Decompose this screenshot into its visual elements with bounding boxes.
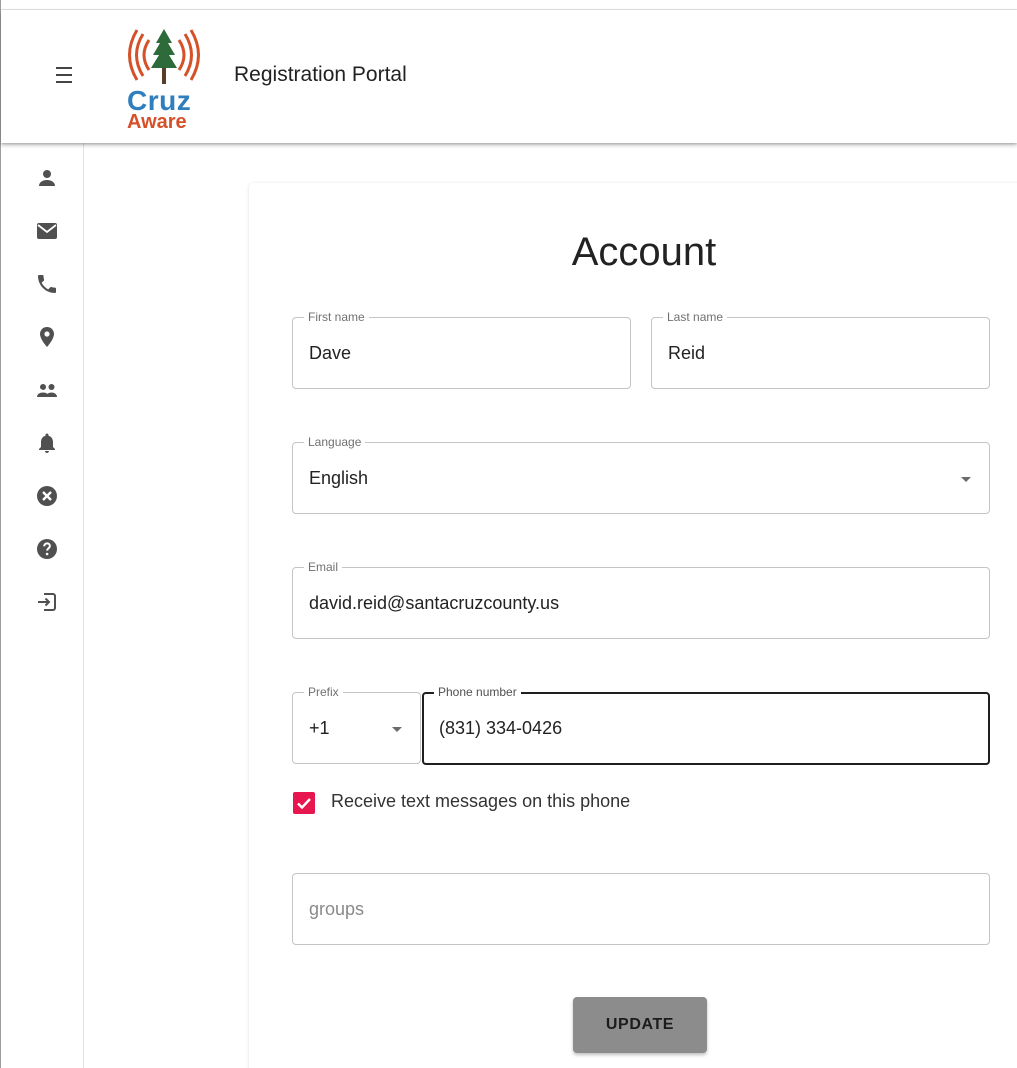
email-field[interactable]: Email david.reid@santacruzcounty.us (292, 559, 990, 639)
sidebar-nav (1, 143, 84, 1068)
sidebar-item-unsubscribe[interactable] (35, 484, 59, 508)
language-value: English (309, 468, 369, 488)
cruzaware-logo: Cruz Aware (119, 28, 209, 133)
app-window: Cruz Aware Registration Portal Account F… (0, 0, 1017, 1068)
last-name-label: Last name (663, 309, 728, 325)
chevron-down-icon (392, 727, 402, 732)
logo-aware-text: Aware (127, 111, 187, 133)
sidebar-item-groups[interactable] (35, 378, 59, 402)
app-title: Registration Portal (234, 63, 407, 86)
email-label: Email (304, 559, 343, 575)
card-title: Account (571, 230, 717, 274)
chevron-down-icon (961, 477, 971, 482)
phone-number-value: (831) 334-0426 (439, 718, 563, 738)
first-name-label: First name (304, 309, 369, 325)
language-select[interactable]: Language English (292, 434, 990, 514)
person-icon (39, 170, 55, 186)
first-name-value: Dave (309, 343, 352, 363)
location-pin-icon (40, 327, 54, 347)
sidebar-item-alerts[interactable] (35, 431, 59, 455)
sidebar-item-phone[interactable] (35, 272, 59, 296)
logo-tree-signal-icon (128, 29, 200, 84)
menu-icon[interactable] (53, 67, 83, 87)
phone-icon (38, 275, 56, 293)
email-value: david.reid@santacruzcounty.us (309, 593, 560, 613)
prefix-value: +1 (309, 718, 330, 738)
sidebar-item-help[interactable] (35, 537, 59, 561)
checkmark-icon (297, 798, 311, 810)
prefix-select[interactable]: Prefix +1 (292, 684, 421, 764)
sms-checkbox[interactable] (293, 792, 315, 814)
help-circle-icon (37, 539, 57, 559)
update-button[interactable]: UPDATE (573, 997, 707, 1053)
window-left-edge (0, 0, 1, 1068)
sidebar-item-profile[interactable] (35, 166, 59, 190)
cancel-circle-icon (37, 486, 57, 506)
app-bar: Cruz Aware Registration Portal (1, 10, 1017, 143)
first-name-field[interactable]: First name Dave (292, 309, 631, 389)
mail-icon (37, 223, 57, 239)
bell-icon (39, 433, 55, 453)
phone-number-label: Phone number (434, 684, 521, 700)
language-label: Language (304, 434, 366, 450)
phone-number-field[interactable]: Phone number (831) 334-0426 (422, 684, 990, 765)
people-icon (37, 384, 57, 397)
groups-field[interactable]: groups (292, 873, 990, 945)
sidebar-item-email[interactable] (35, 219, 59, 243)
sidebar-item-logout[interactable] (35, 590, 59, 614)
logout-icon (38, 593, 56, 611)
last-name-field[interactable]: Last name Reid (651, 309, 990, 389)
last-name-value: Reid (668, 343, 706, 363)
sms-checkbox-label: Receive text messages on this phone (331, 791, 631, 811)
sidebar-item-location[interactable] (35, 325, 59, 349)
prefix-label: Prefix (304, 684, 343, 700)
groups-placeholder: groups (309, 899, 365, 919)
